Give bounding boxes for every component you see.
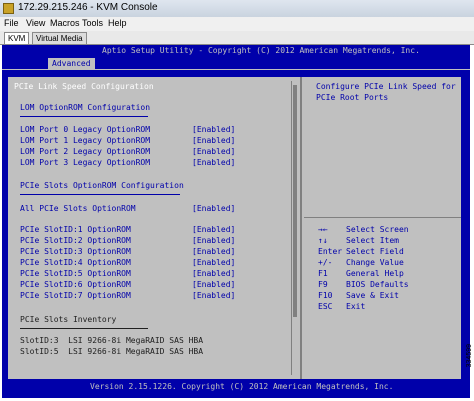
key-change-value-action: Change Value xyxy=(346,258,404,267)
menu-help[interactable]: Help xyxy=(108,18,127,28)
lom-port-2-label[interactable]: LOM Port 2 Legacy OptionROM xyxy=(20,147,150,157)
slots-section-title: PCIe Slots OptionROM Configuration xyxy=(20,181,184,190)
key-select-screen-key: →← xyxy=(318,225,328,234)
lom-port-3-label[interactable]: LOM Port 3 Legacy OptionROM xyxy=(20,158,150,168)
key-exit-key: ESC xyxy=(318,302,333,311)
window-titlebar: 172.29.215.246 - KVM Console xyxy=(0,0,474,18)
panel-divider xyxy=(300,77,302,379)
slot-3-label[interactable]: PCIe SlotID:3 OptionROM xyxy=(20,247,131,257)
lom-section-title: LOM OptionROM Configuration xyxy=(20,103,151,112)
app-icon xyxy=(3,3,14,14)
scrollbar[interactable] xyxy=(291,81,298,375)
menu-view[interactable]: View xyxy=(26,18,45,28)
bios-footer: Version 2.15.1226. Copyright (C) 2012 Am… xyxy=(2,381,470,395)
menu-tools[interactable]: Tools xyxy=(82,18,103,28)
slot-7-label[interactable]: PCIe SlotID:7 OptionROM xyxy=(20,291,131,301)
key-select-screen-action: Select Screen xyxy=(346,225,409,234)
key-change-value-key: +/- xyxy=(318,258,333,267)
inventory-section-title: PCIe Slots Inventory xyxy=(20,315,117,324)
lom-port-3-value[interactable]: [Enabled] xyxy=(192,158,235,168)
help-text-line-1: Configure PCIe Link Speed for xyxy=(316,82,456,91)
menu-bar: File View Macros Tools Help xyxy=(0,17,474,32)
lom-port-0-label[interactable]: LOM Port 0 Legacy OptionROM xyxy=(20,125,150,135)
key-save-exit-key: F10 xyxy=(318,291,333,300)
window-title: 172.29.215.246 - KVM Console xyxy=(18,2,158,13)
lom-section-underline xyxy=(20,116,148,117)
lom-port-1-value[interactable]: [Enabled] xyxy=(192,136,235,146)
slot-4-value[interactable]: [Enabled] xyxy=(192,258,235,268)
bios-banner: Aptio Setup Utility - Copyright (C) 2012… xyxy=(102,46,420,55)
figure-id: 334599 xyxy=(466,344,473,368)
slot-3-value[interactable]: [Enabled] xyxy=(192,247,235,257)
bios-version: Version 2.15.1226. Copyright (C) 2012 Am… xyxy=(90,382,394,391)
all-slots-label[interactable]: All PCIe Slots OptionROM xyxy=(20,204,136,214)
slot-6-value[interactable]: [Enabled] xyxy=(192,280,235,290)
slot-4-label[interactable]: PCIe SlotID:4 OptionROM xyxy=(20,258,131,268)
scrollbar-thumb[interactable] xyxy=(293,85,297,317)
slot-2-label[interactable]: PCIe SlotID:2 OptionROM xyxy=(20,236,131,246)
help-text-line-2: PCIe Root Ports xyxy=(316,93,389,102)
bios-screen[interactable]: Aptio Setup Utility - Copyright (C) 2012… xyxy=(2,45,470,398)
key-general-help-action: General Help xyxy=(346,269,404,278)
all-slots-value[interactable]: [Enabled] xyxy=(192,204,235,214)
inventory-slot-3: SlotID:3 LSI 9266-8i MegaRAID SAS HBA xyxy=(20,336,204,345)
key-select-field-action: Select Field xyxy=(346,247,404,256)
key-select-field-key: Enter xyxy=(318,247,343,256)
console-tab-bar: KVM Virtual Media xyxy=(0,31,474,45)
slot-1-value[interactable]: [Enabled] xyxy=(192,225,235,235)
slot-2-value[interactable]: [Enabled] xyxy=(192,236,235,246)
tab-kvm[interactable]: KVM xyxy=(4,32,30,44)
lom-port-0-value[interactable]: [Enabled] xyxy=(192,125,235,135)
key-bios-defaults-key: F9 xyxy=(318,280,328,289)
tab-advanced[interactable]: Advanced xyxy=(48,58,95,69)
menu-macros[interactable]: Macros xyxy=(50,18,80,28)
key-save-exit-action: Save & Exit xyxy=(346,291,399,300)
slot-6-label[interactable]: PCIe SlotID:6 OptionROM xyxy=(20,280,131,290)
menu-file[interactable]: File xyxy=(4,18,19,28)
lom-port-2-value[interactable]: [Enabled] xyxy=(192,147,235,157)
slots-section-underline xyxy=(20,194,180,195)
slot-7-value[interactable]: [Enabled] xyxy=(192,291,235,301)
key-bios-defaults-action: BIOS Defaults xyxy=(346,280,409,289)
inventory-slot-5: SlotID:5 LSI 9266-8i MegaRAID SAS HBA xyxy=(20,347,204,356)
key-exit-action: Exit xyxy=(346,302,366,311)
key-select-item-action: Select Item xyxy=(346,236,399,245)
tab-virtual-media[interactable]: Virtual Media xyxy=(32,32,87,44)
slot-5-label[interactable]: PCIe SlotID:5 OptionROM xyxy=(20,269,131,279)
slot-1-label[interactable]: PCIe SlotID:1 OptionROM xyxy=(20,225,131,235)
menu-heading-link-speed[interactable]: PCIe Link Speed Configuration xyxy=(14,82,154,92)
key-general-help-key: F1 xyxy=(318,269,328,278)
lom-port-1-label[interactable]: LOM Port 1 Legacy OptionROM xyxy=(20,136,150,146)
help-divider xyxy=(304,217,461,218)
key-select-item-key: ↑↓ xyxy=(318,236,328,245)
inventory-section-underline xyxy=(20,328,148,329)
slot-5-value[interactable]: [Enabled] xyxy=(192,269,235,279)
